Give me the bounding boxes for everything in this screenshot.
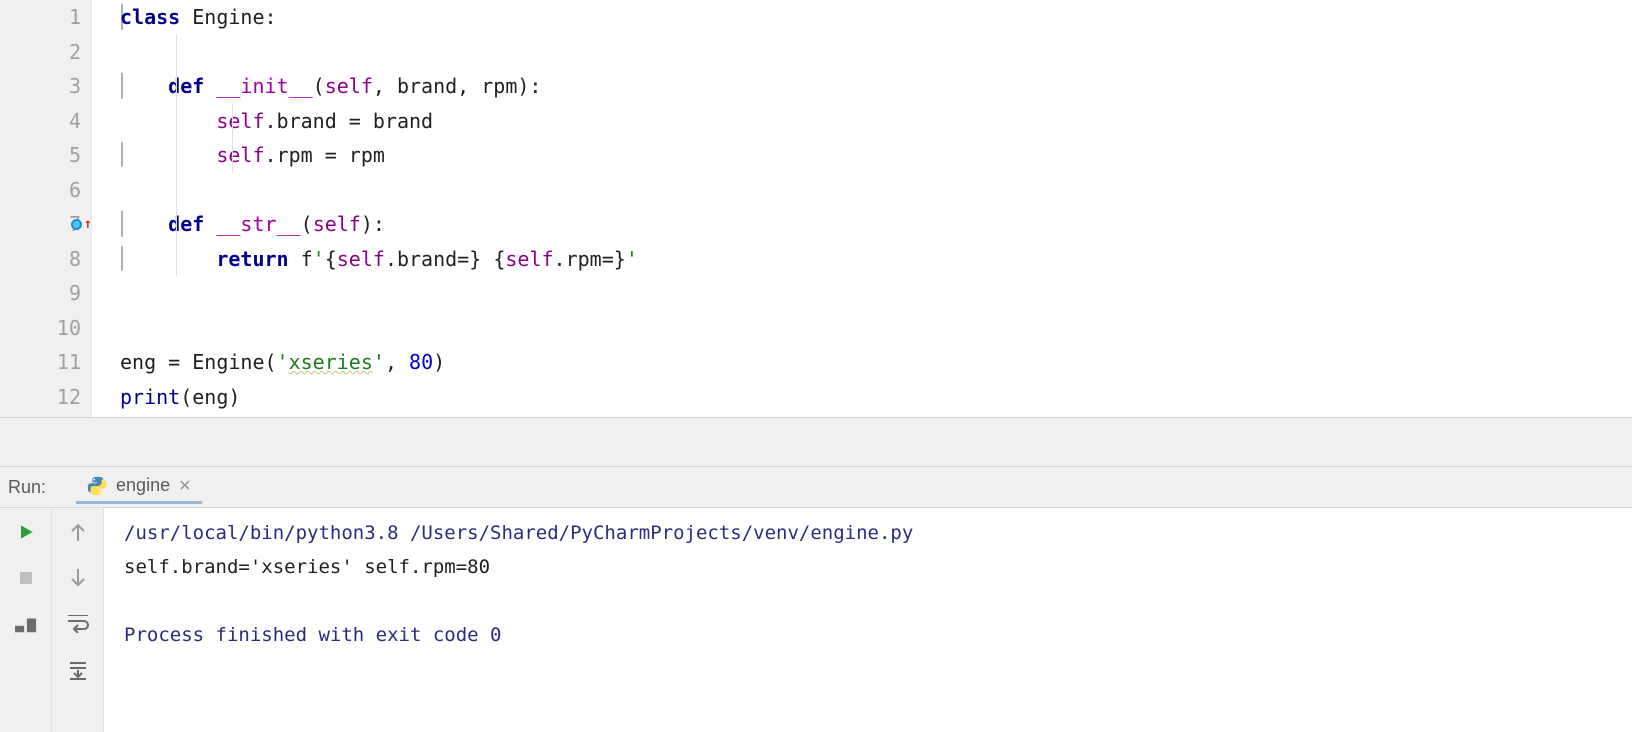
line-number: 5 bbox=[0, 138, 91, 173]
indent-guide bbox=[176, 34, 177, 276]
console-stdout-line: self.brand='xseries' self.rpm=80 bbox=[124, 550, 1612, 584]
soft-wrap-button[interactable] bbox=[64, 610, 92, 638]
line-number: 12 bbox=[0, 380, 91, 415]
line-number-gutter: 1 2 3 4 5 6 7 ↑ 8 9 10 11 12 bbox=[0, 0, 92, 417]
console-output[interactable]: /usr/local/bin/python3.8 /Users/Shared/P… bbox=[104, 508, 1632, 732]
scroll-to-end-button[interactable] bbox=[64, 656, 92, 684]
code-area[interactable]: class Engine: def __init__(self, brand, … bbox=[92, 0, 1632, 417]
code-line: return f'{self.brand=} {self.rpm=}' bbox=[120, 242, 1632, 277]
line-number: 4 bbox=[0, 104, 91, 139]
console-command-line: /usr/local/bin/python3.8 /Users/Shared/P… bbox=[124, 516, 1612, 550]
run-tab-label: engine bbox=[116, 475, 170, 496]
run-toolbar-primary bbox=[0, 508, 52, 732]
code-line: def __init__(self, brand, rpm): bbox=[120, 69, 1632, 104]
run-toolwindow-body: /usr/local/bin/python3.8 /Users/Shared/P… bbox=[0, 507, 1632, 732]
code-line bbox=[120, 276, 1632, 311]
rerun-button[interactable] bbox=[12, 518, 40, 546]
indent-guide bbox=[232, 103, 233, 173]
code-line: self.rpm = rpm bbox=[120, 138, 1632, 173]
python-file-icon bbox=[86, 475, 108, 497]
run-tab[interactable]: engine ✕ bbox=[76, 471, 201, 504]
editor-footer bbox=[0, 417, 1632, 467]
run-label: Run: bbox=[8, 477, 46, 498]
code-line: def __str__(self): bbox=[120, 207, 1632, 242]
close-tab-icon[interactable]: ✕ bbox=[178, 476, 191, 496]
run-toolbar-secondary bbox=[52, 508, 104, 732]
scroll-up-button[interactable] bbox=[64, 518, 92, 546]
code-line: self.brand = brand bbox=[120, 104, 1632, 139]
stop-button[interactable] bbox=[12, 564, 40, 592]
scroll-down-button[interactable] bbox=[64, 564, 92, 592]
code-line bbox=[120, 35, 1632, 70]
code-line: eng = Engine('xseries', 80) bbox=[120, 345, 1632, 380]
override-marker-icon[interactable]: ↑ bbox=[71, 217, 92, 231]
line-number: 1 bbox=[0, 0, 91, 35]
console-blank-line bbox=[124, 584, 1612, 618]
run-toolwindow-header: Run: engine ✕ bbox=[0, 467, 1632, 507]
code-line bbox=[120, 173, 1632, 208]
line-number: 9 bbox=[0, 276, 91, 311]
line-number: 2 bbox=[0, 35, 91, 70]
line-number: 7 ↑ bbox=[0, 207, 91, 242]
line-number: 11 bbox=[0, 345, 91, 380]
console-exit-line: Process finished with exit code 0 bbox=[124, 618, 1612, 652]
code-line: class Engine: bbox=[120, 0, 1632, 35]
code-line: print(eng) bbox=[120, 380, 1632, 415]
line-number: 8 bbox=[0, 242, 91, 277]
line-number: 6 bbox=[0, 173, 91, 208]
line-number: 10 bbox=[0, 311, 91, 346]
layout-button[interactable] bbox=[12, 610, 40, 638]
code-editor[interactable]: 1 2 3 4 5 6 7 ↑ 8 9 10 11 12 class Engin… bbox=[0, 0, 1632, 417]
line-number: 3 bbox=[0, 69, 91, 104]
code-line bbox=[120, 311, 1632, 346]
